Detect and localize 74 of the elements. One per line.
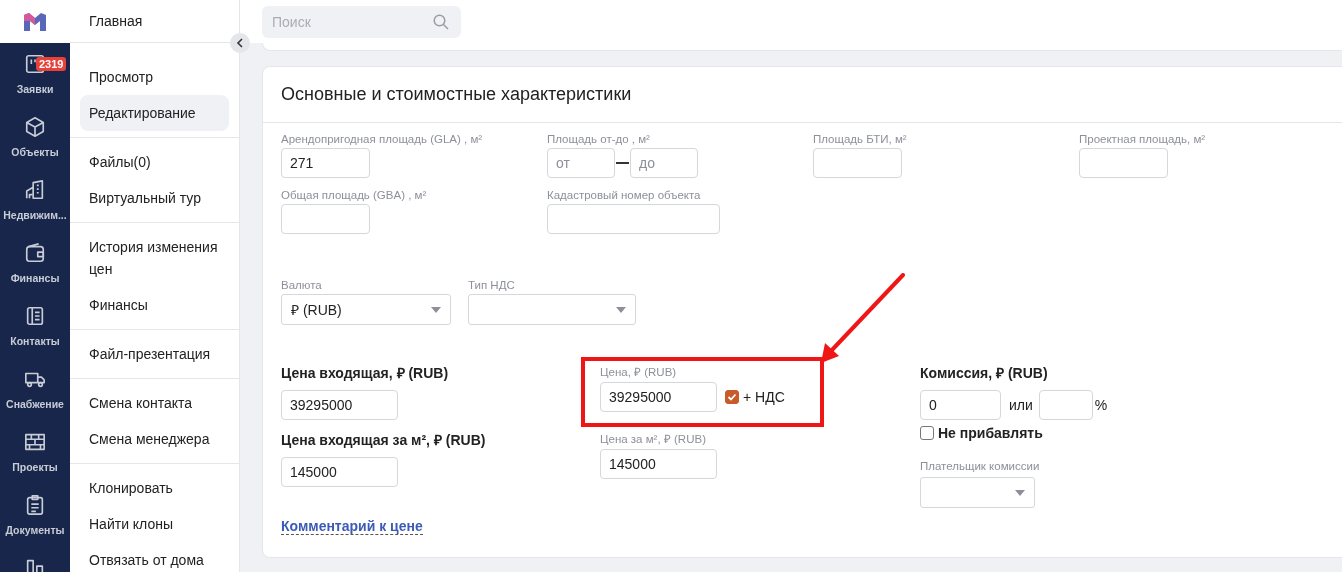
comment-link[interactable]: Комментарий к цене (281, 518, 423, 535)
menu-item[interactable]: Смена контакта (80, 385, 229, 421)
input-field[interactable]: 39295000 (281, 390, 398, 420)
input-field[interactable] (813, 148, 902, 178)
menu-item[interactable]: Файлы(0) (80, 144, 229, 180)
checkbox-label: + НДС (743, 389, 785, 405)
field-label: Кадастровый номер объекта (547, 189, 702, 201)
menu-item[interactable]: Найти клоны (80, 506, 229, 542)
input-field[interactable]: 0 (920, 390, 1001, 420)
nav-item[interactable]: Финансы (10, 272, 60, 284)
field-label: Цена, ₽ (RUB) (600, 365, 678, 379)
menu-item[interactable]: Финансы (80, 287, 229, 323)
building-icon (24, 179, 46, 201)
menu-item[interactable]: Редактирование (80, 95, 229, 131)
checkbox[interactable] (920, 426, 934, 440)
select-field[interactable]: ₽ (RUB) (281, 294, 451, 325)
input-field[interactable]: 271 (281, 148, 370, 178)
menu-item[interactable]: Просмотр (80, 59, 229, 95)
clipboard-icon (24, 494, 46, 516)
nav-item[interactable]: Контакты (10, 335, 60, 347)
field-label: Цена входящая за м², ₽ (RUB) (281, 431, 487, 449)
nav-item[interactable]: Заявки (16, 83, 54, 95)
menu-item[interactable]: Отвязать от дома (80, 542, 229, 572)
nav-item[interactable]: Недвижим... (3, 209, 67, 221)
select-field[interactable] (468, 294, 636, 325)
field-label: Валюта (281, 279, 323, 291)
collapse-button[interactable] (230, 33, 250, 53)
menu-item[interactable]: Клонировать (80, 470, 229, 506)
field-label: Площадь БТИ, м² (813, 133, 908, 145)
cube-icon (24, 116, 46, 138)
field-label: Цена входящая, ₽ (RUB) (281, 364, 450, 382)
menu-item[interactable]: Смена менеджера (80, 421, 229, 457)
section-title: Основные и стоимостные характеристики (263, 67, 1342, 123)
nav-item[interactable]: Документы (5, 524, 65, 536)
field-label: Площадь от-до , м² (547, 133, 651, 145)
nav-item[interactable]: Снабжение (6, 398, 64, 410)
input-field[interactable] (1038, 390, 1093, 420)
menu-item[interactable]: Файл-презентация (80, 336, 229, 372)
nav-item[interactable]: Объекты (11, 146, 59, 158)
book-icon (24, 305, 46, 327)
input-field[interactable] (1079, 148, 1168, 178)
menu-item[interactable]: История изменения цен (80, 229, 229, 287)
field-label: Цена за м², ₽ (RUB) (600, 432, 707, 446)
checkbox[interactable] (725, 390, 739, 404)
input-field[interactable]: 145000 (600, 449, 717, 479)
checkbox-label: Не прибавлять (938, 425, 1043, 441)
input-field[interactable] (281, 204, 370, 234)
menu-item[interactable]: Виртуальный тур (80, 180, 229, 216)
input-field[interactable]: 145000 (281, 457, 398, 487)
dropdown-caret-icon (1015, 489, 1025, 496)
check-icon (727, 392, 737, 402)
select-field[interactable] (920, 477, 1035, 508)
wallet-icon (24, 242, 46, 264)
dropdown-caret-icon (431, 306, 441, 313)
logo-icon[interactable] (24, 12, 46, 31)
input-field[interactable]: от (547, 148, 615, 178)
dropdown-caret-icon (616, 306, 626, 313)
search-icon (433, 13, 449, 30)
input-field[interactable]: 39295000 (600, 382, 717, 412)
field-label: Арендопригодная площадь (GLA) , м² (281, 133, 484, 145)
field-label: Комиссия, ₽ (RUB) (920, 364, 1049, 382)
search-field[interactable]: Поиск (262, 5, 461, 38)
field-label: Тип НДС (468, 279, 516, 291)
chevron-left-icon (236, 38, 244, 48)
field-label: Плательщик комиссии (920, 460, 1041, 472)
field-label: Общая площадь (GBA) , м² (281, 189, 428, 201)
percent-label: % (1094, 397, 1108, 413)
nav-item[interactable]: Проекты (12, 461, 58, 473)
input-field[interactable]: до (630, 148, 698, 178)
or-label: или (1009, 397, 1033, 413)
field-label: Проектная площадь, м² (1079, 133, 1207, 145)
count-badge: 2319 (36, 57, 67, 71)
input-field[interactable] (547, 204, 720, 234)
bricks-icon (24, 431, 46, 453)
